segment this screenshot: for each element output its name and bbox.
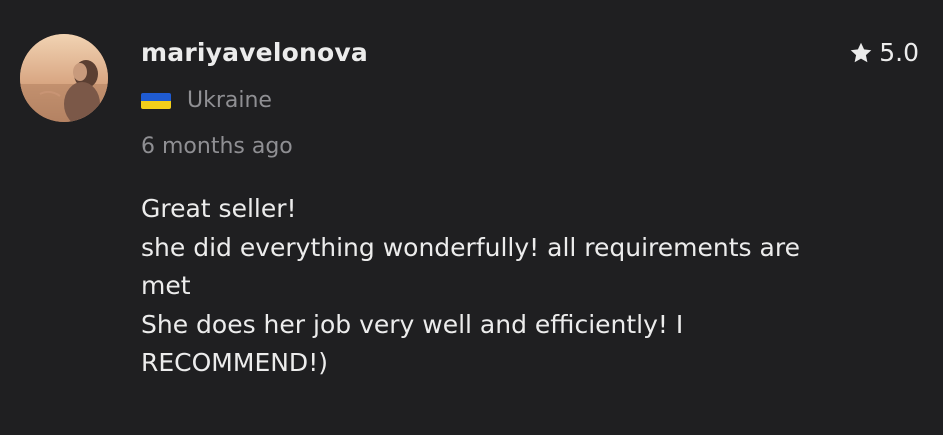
- review-text-line: she did everything wonderfully! all requ…: [141, 232, 800, 262]
- avatar-photo: [20, 34, 108, 122]
- country-name: Ukraine: [187, 88, 272, 113]
- review-text-line: Great seller!: [141, 194, 297, 223]
- rating-value: 5.0: [879, 38, 919, 67]
- review-text: Great seller! she did everything wonderf…: [141, 190, 901, 383]
- review-text-line: RECOMMEND!): [141, 348, 328, 377]
- review-text-line: met: [141, 271, 191, 300]
- review-timestamp: 6 months ago: [141, 134, 293, 159]
- rating: 5.0: [849, 38, 919, 67]
- review-card: mariyavelonova 5.0 Ukraine 6 months ago …: [0, 0, 943, 435]
- username[interactable]: mariyavelonova: [141, 38, 368, 67]
- country: Ukraine: [141, 88, 272, 113]
- star-icon: [849, 41, 873, 65]
- avatar[interactable]: [20, 34, 108, 122]
- review-text-line: She does her job very well and efficient…: [141, 309, 684, 339]
- ukraine-flag-icon: [141, 92, 171, 109]
